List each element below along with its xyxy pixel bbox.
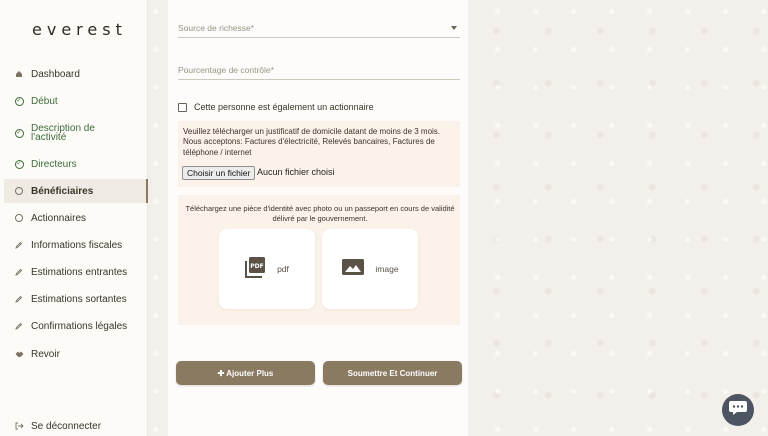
id-upload-notice: Téléchargez une pièce d'identité avec ph…: [185, 204, 455, 223]
chat-bubble-icon: [728, 399, 748, 422]
sidebar-item-revoir[interactable]: Revoir: [4, 342, 148, 366]
sidebar-item-label: Description de l'activité: [31, 123, 95, 143]
pdf-icon: PDF: [245, 256, 267, 283]
sidebar-item-estimations-entrantes[interactable]: Estimations entrantes: [4, 260, 148, 284]
sidebar-item-label: Début: [31, 95, 58, 107]
sidebar-item-confirmations-legales[interactable]: Confirmations légales: [4, 314, 148, 338]
pencil-icon: [8, 241, 30, 249]
check-circle-icon: ✓: [14, 159, 24, 169]
sidebar-item-informations-fiscales[interactable]: Informations fiscales: [4, 233, 148, 257]
home-icon: [8, 70, 30, 78]
choose-file-button[interactable]: Choisir un fichier: [182, 166, 256, 180]
image-tile-label: image: [375, 264, 399, 274]
sidebar-item-directeurs[interactable]: ✓ Directeurs: [4, 152, 148, 176]
pdf-tile-label: pdf: [277, 264, 289, 274]
pdf-upload-tile[interactable]: PDF pdf: [219, 229, 315, 309]
logout-button[interactable]: Se déconnecter: [4, 414, 148, 436]
sidebar-item-label: Directeurs: [31, 158, 77, 170]
sidebar-item-actionnaires[interactable]: Actionnaires: [4, 206, 148, 230]
sidebar-item-beneficiaires[interactable]: Bénéficiaires: [4, 179, 148, 203]
circle-icon: [8, 214, 30, 222]
no-file-chosen-text: Aucun fichier choisi: [257, 167, 335, 177]
sidebar-item-label: Dashboard: [31, 68, 80, 80]
pencil-icon: [8, 268, 30, 276]
logout-icon: [8, 422, 30, 430]
sidebar-item-debut[interactable]: ✓ Début: [4, 89, 148, 113]
pencil-icon: [8, 322, 30, 330]
logout-label: Se déconnecter: [31, 420, 102, 432]
brand-logo[interactable]: everest: [32, 20, 127, 39]
svg-text:PDF: PDF: [250, 263, 263, 270]
add-more-button[interactable]: ✚ Ajouter Plus: [176, 361, 315, 385]
caret-down-icon: [451, 26, 457, 30]
sidebar: everest Dashboard ✓ Début ✓ Description …: [0, 0, 148, 436]
shareholder-checkbox-label: Cette personne est également un actionna…: [194, 102, 374, 112]
source-of-wealth-placeholder: Source de richesse*: [178, 23, 255, 33]
sidebar-item-dashboard[interactable]: Dashboard: [4, 62, 148, 86]
shareholder-checkbox[interactable]: [178, 102, 187, 112]
sidebar-item-label: Estimations sortantes: [31, 293, 127, 305]
check-circle-icon: ✓: [14, 128, 24, 138]
control-percentage-placeholder: Pourcentage de contrôle*: [178, 65, 274, 75]
sidebar-item-label: Actionnaires: [31, 212, 87, 224]
circle-icon: [8, 187, 30, 195]
handshake-icon: [8, 350, 30, 358]
chat-widget-button[interactable]: [722, 394, 754, 426]
sidebar-item-label: Estimations entrantes: [31, 266, 128, 278]
image-icon: [341, 258, 365, 281]
check-circle-icon: ✓: [14, 96, 24, 106]
control-percentage-input[interactable]: Pourcentage de contrôle*: [178, 62, 460, 80]
sidebar-item-description-activite[interactable]: ✓ Description de l'activité: [4, 120, 148, 146]
image-upload-tile[interactable]: image: [322, 229, 418, 309]
sidebar-item-label: Revoir: [31, 348, 60, 360]
shareholder-checkbox-row[interactable]: Cette personne est également un actionna…: [178, 102, 374, 112]
address-proof-notice: Veuillez télécharger un justificatif de …: [183, 127, 441, 157]
sidebar-item-estimations-sortantes[interactable]: Estimations sortantes: [4, 287, 148, 311]
pencil-icon: [8, 295, 30, 303]
sidebar-item-label: Informations fiscales: [31, 239, 123, 251]
source-of-wealth-select[interactable]: Source de richesse*: [178, 20, 460, 38]
sidebar-item-label: Confirmations légales: [31, 320, 128, 332]
sidebar-item-label: Bénéficiaires: [31, 185, 94, 197]
submit-continue-button[interactable]: Soumettre Et Continuer: [323, 361, 462, 385]
